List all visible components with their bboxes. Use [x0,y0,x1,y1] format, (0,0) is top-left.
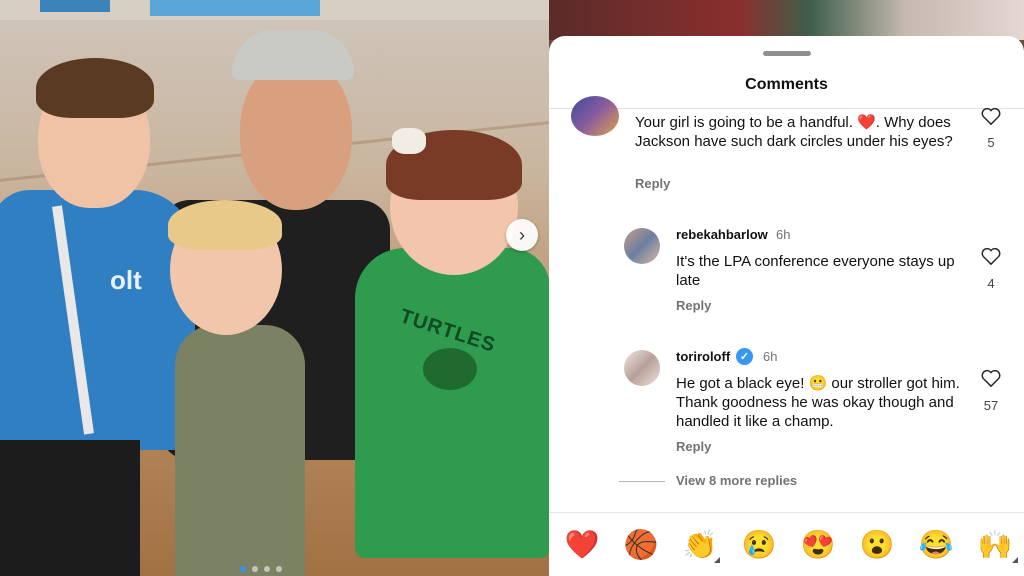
header-divider [549,108,1024,109]
like-count: 5 [987,135,995,150]
reply-button[interactable]: Reply [635,176,670,191]
basketball-emoji-button[interactable]: 🏀 [623,527,659,563]
username[interactable]: toriroloff [676,349,730,364]
boy-shirt [0,190,195,450]
like-count: 57 [983,398,999,413]
baby-hair [168,200,282,250]
avatar[interactable] [571,96,619,136]
carousel-dots [240,566,282,572]
heart-emoji-button[interactable]: ❤️ [564,527,600,563]
heart-outline-icon[interactable] [980,106,1002,126]
carousel-dot [276,566,282,572]
avatar[interactable] [624,350,660,386]
drag-handle[interactable] [763,51,811,56]
man-face [240,60,352,210]
man-cap [232,30,354,80]
surprised-emoji-button[interactable]: 😮 [859,527,895,563]
chevron-right-icon: › [519,224,525,245]
comments-sheet: Comments Your girl is going to be a hand… [549,36,1024,576]
heart-eyes-emoji-button[interactable]: 😍 [800,527,836,563]
reply-button[interactable]: Reply [676,439,711,454]
girl-shirt [355,248,549,558]
wall-banner [150,0,320,16]
crying-emoji-button[interactable]: 😢 [741,527,777,563]
carousel-dot [240,566,246,572]
skin-tone-indicator-icon [714,557,720,563]
heart-outline-icon[interactable] [980,246,1002,266]
clap-emoji-button[interactable]: 👏 [682,527,718,563]
carousel-next-button[interactable]: › [506,219,538,251]
wall-banner [40,0,110,12]
laughing-emoji-button[interactable]: 😂 [918,527,954,563]
boy-shorts [0,440,140,576]
boy-hair [36,58,154,118]
boy-shirt-text: olt [110,265,142,295]
turtle-graphic [423,348,477,390]
sheet-title: Comments [745,76,828,93]
baby-outfit [175,325,305,576]
comment-text: He got a black eye! 😬 our stroller got h… [676,375,960,430]
post-photo[interactable]: olt TURTLES › [0,0,549,576]
raised-hands-emoji-button[interactable]: 🙌 [977,527,1013,563]
carousel-dot [264,566,270,572]
avatar[interactable] [624,228,660,264]
replies-divider-line [619,481,665,482]
comment-text: Your girl is going to be a handful. ❤️. … [635,114,953,150]
comment-text: It's the LPA conference everyone stays u… [676,253,955,289]
girl-hair-bow [392,128,426,154]
username[interactable]: rebekahbarlow [676,227,768,242]
comment-time: 6h [763,349,778,364]
verified-badge-icon: ✓ [736,348,753,365]
like-count: 4 [987,276,995,291]
heart-outline-icon[interactable] [980,368,1002,388]
view-more-replies-button[interactable]: View 8 more replies [676,473,797,488]
comment-time: 6h [776,227,791,242]
reply-button[interactable]: Reply [676,298,711,313]
emoji-reaction-bar: ❤️ 🏀 👏 😢 😍 😮 😂 🙌 [549,512,1024,576]
background-video-strip [549,0,1024,40]
skin-tone-indicator-icon [1012,557,1018,563]
carousel-dot [252,566,258,572]
